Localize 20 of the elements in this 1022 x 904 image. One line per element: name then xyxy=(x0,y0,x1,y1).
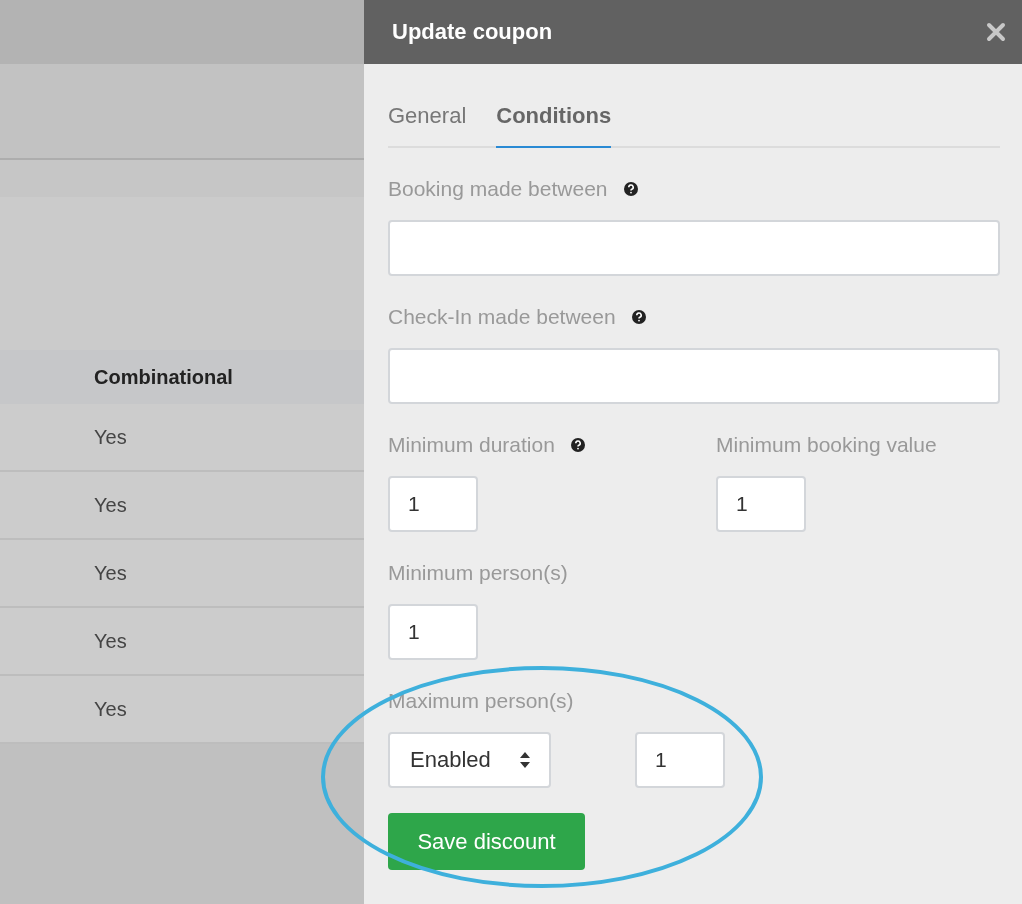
tab[interactable]: Conditions xyxy=(496,86,612,148)
table-cell: Yes xyxy=(94,425,127,449)
tab[interactable]: General xyxy=(388,86,467,148)
table-cell: Yes xyxy=(94,561,127,585)
number-field[interactable]: 1 xyxy=(716,476,806,532)
field-label: Minimum booking value xyxy=(716,433,937,457)
field-label: Booking made between xyxy=(388,177,608,201)
field-label: Check-In made between xyxy=(388,305,616,329)
panel-title: Update coupon xyxy=(392,19,553,45)
number-field[interactable]: 1 xyxy=(388,604,478,660)
number-field[interactable]: 1 xyxy=(635,732,725,788)
table-cell: Yes xyxy=(94,697,127,721)
select-dropdown[interactable]: Enabled xyxy=(388,732,551,788)
table-cell: Yes xyxy=(94,629,127,653)
column-header: Combinational xyxy=(94,365,233,389)
field-label: Minimum person(s) xyxy=(388,561,568,585)
field-label: Minimum duration xyxy=(388,433,555,457)
field-label: Maximum person(s) xyxy=(388,689,574,713)
number-field[interactable]: 1 xyxy=(388,476,478,532)
table-cell: Yes xyxy=(94,493,127,517)
